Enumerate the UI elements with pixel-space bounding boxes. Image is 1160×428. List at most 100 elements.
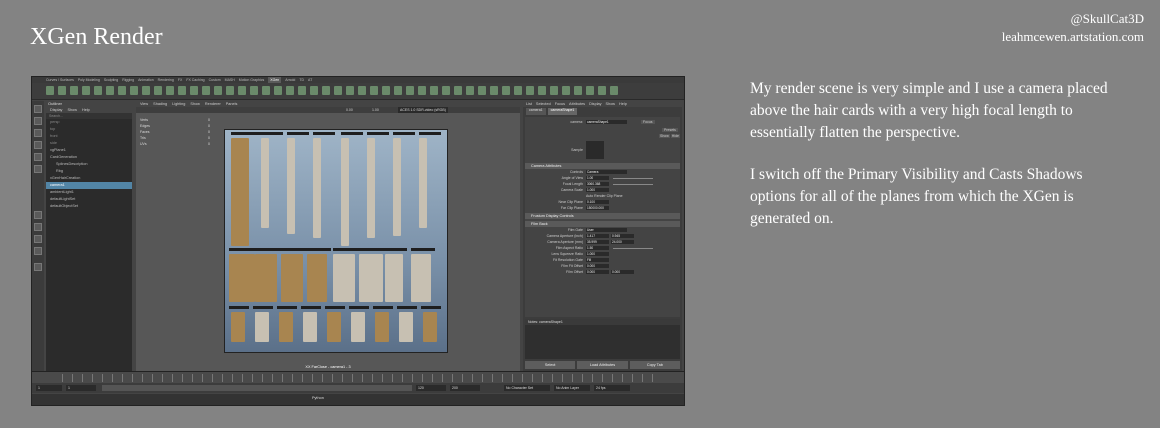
shelf-tool-icon[interactable]	[286, 86, 294, 95]
camera-scale-field[interactable]: 1.000	[586, 188, 609, 192]
aperture-mm-y-field[interactable]: 24.000	[611, 240, 634, 244]
shelf-tool-icon[interactable]	[394, 86, 402, 95]
outliner-item[interactable]: defaultObjectSet	[46, 203, 132, 210]
shelf-tool-icon[interactable]	[106, 86, 114, 95]
copy-tab-button[interactable]: Copy Tab	[629, 361, 680, 369]
shelf-tool-icon[interactable]	[358, 86, 366, 95]
film-offset-x-field[interactable]: 0.000	[586, 270, 609, 274]
shelf-tool-icon[interactable]	[466, 86, 474, 95]
layout-single-icon[interactable]	[34, 211, 42, 219]
viewport-panel[interactable]: View Shading Lighting Show Renderer Pane…	[136, 101, 520, 371]
shelf-tool-icon[interactable]	[490, 86, 498, 95]
film-fit-offset-field[interactable]: 0.000	[586, 264, 609, 268]
attr-menu-item[interactable]: Display	[589, 101, 601, 107]
hide-button[interactable]: Hide	[670, 134, 680, 138]
controls-dropdown[interactable]: Camera	[586, 170, 627, 174]
outliner-item[interactable]: xgPlane1	[46, 147, 132, 154]
lasso-tool-icon[interactable]	[34, 117, 42, 125]
shelf-tool-icon[interactable]	[214, 86, 222, 95]
shelf-tool-icon[interactable]	[262, 86, 270, 95]
film-aspect-slider[interactable]	[613, 247, 653, 249]
camera-name-field[interactable]: cameraShape1	[586, 120, 627, 124]
shelf-tool-icon[interactable]	[130, 86, 138, 95]
shelf-tool-icon[interactable]	[418, 86, 426, 95]
outliner-item[interactable]: persp	[46, 119, 132, 126]
shelf-tool-icon[interactable]	[334, 86, 342, 95]
shelf-tool-icon[interactable]	[610, 86, 618, 95]
anim-layer-dropdown[interactable]: No Anim Layer	[554, 385, 590, 391]
outliner-item[interactable]: side	[46, 140, 132, 147]
focus-button[interactable]: Focus	[641, 120, 655, 124]
shelf-tool-icon[interactable]	[82, 86, 90, 95]
aperture-inch-y-field[interactable]: 0.945	[611, 234, 634, 238]
outliner-item-selected[interactable]: camera1	[46, 182, 132, 189]
shelf-tool-icon[interactable]	[202, 86, 210, 95]
focal-length-field[interactable]: 3060.368	[586, 182, 609, 186]
range-start-field[interactable]: 1	[36, 385, 62, 391]
shelf-tool-icon[interactable]	[274, 86, 282, 95]
viewport-value[interactable]: 1.00	[372, 107, 379, 113]
aperture-inch-x-field[interactable]: 1.417	[586, 234, 609, 238]
shelf-tool-icon[interactable]	[70, 86, 78, 95]
far-clip-field[interactable]: 150000.000	[586, 206, 609, 210]
command-line[interactable]: Python	[32, 394, 684, 405]
attr-menu-item[interactable]: Show	[606, 101, 616, 107]
presets-button[interactable]: Presets	[662, 128, 678, 132]
outliner-item[interactable]: Rbg	[46, 168, 132, 175]
attr-menu-item[interactable]: Help	[619, 101, 627, 107]
select-tool-icon[interactable]	[34, 105, 42, 113]
shelf-tool-icon[interactable]	[250, 86, 258, 95]
rotate-tool-icon[interactable]	[34, 153, 42, 161]
attr-menu-item[interactable]: Focus	[555, 101, 565, 107]
move-tool-icon[interactable]	[34, 141, 42, 149]
auto-render-clip-checkbox[interactable]: Auto Render Clip Plane	[586, 194, 623, 198]
range-end-field[interactable]: 120	[416, 385, 446, 391]
tab-camera1[interactable]: camera1	[526, 108, 546, 115]
shelf-tool-icon[interactable]	[46, 86, 54, 95]
outliner-item[interactable]: top	[46, 126, 132, 133]
shelf-tool-icon[interactable]	[310, 86, 318, 95]
outliner-item[interactable]: defaultLightSet	[46, 196, 132, 203]
shelf-tool-icon[interactable]	[346, 86, 354, 95]
outliner-item[interactable]: ambientLight1	[46, 189, 132, 196]
show-button[interactable]: Show	[659, 134, 670, 138]
shelf-tool-icon[interactable]	[502, 86, 510, 95]
range-start-field-2[interactable]: 1	[66, 385, 96, 391]
shelf-tool-icon[interactable]	[538, 86, 546, 95]
shelf-tool-icon[interactable]	[370, 86, 378, 95]
section-frustum-display[interactable]: Frustum Display Controls	[525, 213, 680, 219]
shelf-tool-icon[interactable]	[298, 86, 306, 95]
shelf-tool-icon[interactable]	[166, 86, 174, 95]
shelf-tool-icon[interactable]	[550, 86, 558, 95]
focal-length-slider[interactable]	[613, 183, 653, 185]
shelf-tool-icon[interactable]	[190, 86, 198, 95]
outliner-item[interactable]: xGenHairCreation	[46, 175, 132, 182]
shelf-tool-icon[interactable]	[322, 86, 330, 95]
outliner-menu-item[interactable]: Show	[67, 107, 77, 113]
outliner-item[interactable]: CardGeneration	[46, 154, 132, 161]
range-bar[interactable]	[102, 385, 412, 391]
shelf-tool-icon[interactable]	[382, 86, 390, 95]
color-space-dropdown[interactable]: ACES 1.0 SDR-video (sRGB)	[398, 107, 448, 113]
outliner-item[interactable]: front	[46, 133, 132, 140]
shelf-tool-icon[interactable]	[562, 86, 570, 95]
shelf-tool-icon[interactable]	[430, 86, 438, 95]
angle-of-view-field[interactable]: 1.00	[586, 176, 609, 180]
attr-menu-item[interactable]: List	[526, 101, 532, 107]
shelf-tool-icon[interactable]	[226, 86, 234, 95]
layout-four-icon[interactable]	[34, 223, 42, 231]
shelf-tool-icon[interactable]	[94, 86, 102, 95]
attr-menu-item[interactable]: Selected	[536, 101, 551, 107]
shelf-tool-icon[interactable]	[406, 86, 414, 95]
tab-camerashape1[interactable]: cameraShape1	[547, 108, 578, 115]
shelf-tool-icon[interactable]	[454, 86, 462, 95]
shelf-tool-icon[interactable]	[238, 86, 246, 95]
range-end-field-2[interactable]: 200	[450, 385, 480, 391]
film-gate-dropdown[interactable]: User	[586, 228, 627, 232]
notes-panel[interactable]: Notes: cameraShape1	[525, 319, 680, 359]
layout-outliner-icon[interactable]	[34, 247, 42, 255]
attr-menu-item[interactable]: Attributes	[569, 101, 585, 107]
scale-tool-icon[interactable]	[34, 165, 42, 173]
near-clip-field[interactable]: 0.100	[586, 200, 609, 204]
shelf-tool-icon[interactable]	[574, 86, 582, 95]
